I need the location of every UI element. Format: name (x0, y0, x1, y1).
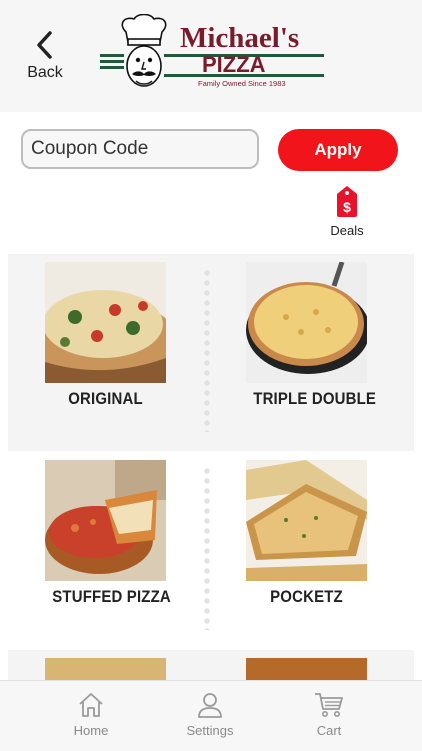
deals-label: Deals (330, 223, 364, 238)
menu-item-label: POCKETZ (270, 587, 343, 606)
apply-button[interactable]: Apply (278, 129, 398, 171)
tab-label: Settings (186, 723, 234, 738)
triple-double-cheese-pizza-photo (246, 262, 367, 383)
tab-label: Home (73, 723, 109, 738)
menu-item-pocketz[interactable]: POCKETZ (246, 460, 367, 607)
michaels-pizza-logo: Michael's PIZZA Family Owned Since 1983 (100, 14, 324, 88)
tab-bar: Home Settings Cart (0, 680, 422, 751)
header: Back Michael's PIZZA Family Owned Since … (0, 0, 422, 112)
user-icon (198, 693, 222, 718)
stuffed-pizza-photo (45, 460, 166, 581)
menu-item-original[interactable]: ORIGINAL (45, 262, 166, 409)
menu-item-label: STUFFED PIZZA (52, 587, 171, 606)
tab-label: Cart (316, 723, 342, 738)
cart-icon (315, 693, 343, 717)
svg-text:Michael's: Michael's (180, 22, 299, 54)
tab-settings[interactable]: Settings (170, 691, 250, 738)
chevron-left-icon (37, 31, 52, 59)
menu-item-label: TRIPLE DOUBLE (253, 389, 377, 408)
svg-text:Family Owned Since 1983: Family Owned Since 1983 (198, 79, 286, 88)
back-button[interactable]: Back (20, 30, 70, 90)
coupon-code-input[interactable] (21, 129, 259, 169)
back-label: Back (27, 64, 63, 81)
divider (204, 268, 210, 432)
deals-button[interactable]: $ Deals (322, 184, 372, 246)
original-pizza-slice-photo (45, 262, 166, 383)
menu-item-triple-double[interactable]: TRIPLE DOUBLE (246, 262, 377, 409)
tab-home[interactable]: Home (51, 691, 131, 738)
tab-cart[interactable]: Cart (289, 691, 369, 738)
svg-text:PIZZA: PIZZA (202, 52, 266, 77)
price-tag-dollar-icon: $ (337, 186, 357, 217)
home-icon (79, 693, 103, 717)
menu-row: STUFFED PIZZA POCKETZ (8, 452, 414, 649)
menu-item-stuffed-pizza[interactable]: STUFFED PIZZA (45, 460, 171, 607)
svg-text:$: $ (343, 199, 351, 215)
menu-item-label: ORIGINAL (68, 389, 143, 408)
divider (204, 466, 210, 630)
menu-row: ORIGINAL TRIPLE DOUBLE (8, 254, 414, 451)
pocketz-bread-photo (246, 460, 367, 581)
